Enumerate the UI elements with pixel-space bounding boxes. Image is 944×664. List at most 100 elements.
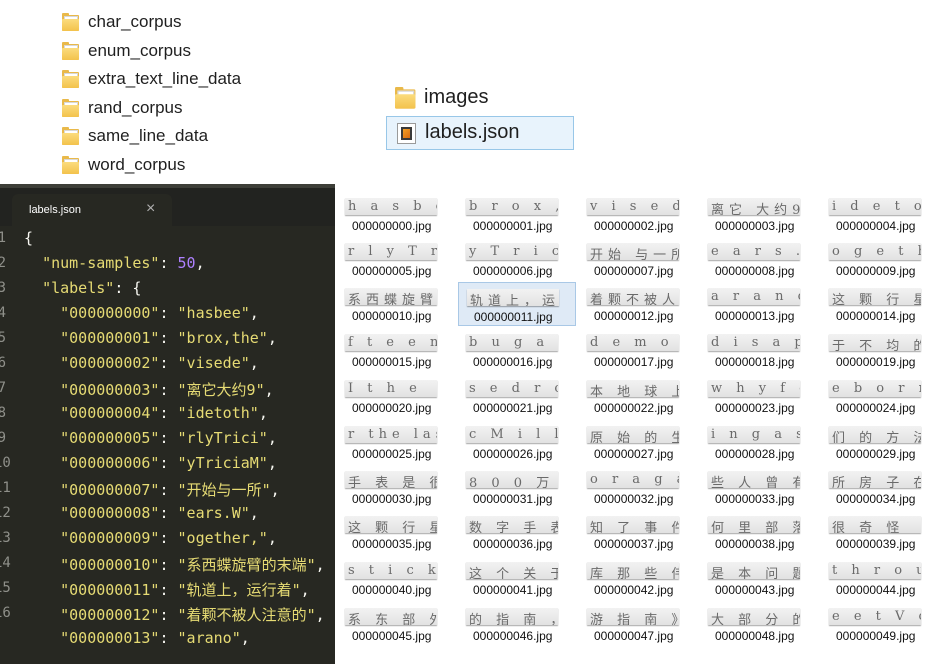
image-text: 轨道上，运行着 bbox=[470, 294, 559, 306]
image-thumbnail-item[interactable]: s e d r o 000000021.jpg bbox=[458, 374, 576, 418]
image-thumbnail-item[interactable]: 于 不 均 的 000000019.jpg bbox=[821, 328, 939, 372]
image-thumbnail-item[interactable]: o r a g a l e d 000000032.jpg bbox=[579, 465, 697, 509]
image-thumbnail-item[interactable]: b r o x , t h e 000000001.jpg bbox=[458, 192, 576, 236]
image-filename: 000000035.jpg bbox=[352, 537, 432, 551]
image-thumbnail-item[interactable]: h a s b e e 000000000.jpg bbox=[337, 192, 455, 236]
image-thumbnail-item[interactable]: 本 地 球 上 的 000000022.jpg bbox=[579, 374, 697, 418]
image-text: 8 0 0 万 美 元 bbox=[469, 476, 558, 488]
image-thumbnail-item[interactable]: f t e e n 000000015.jpg bbox=[337, 328, 455, 372]
code-text: "000000003": "离它大约9", bbox=[60, 381, 274, 399]
image-thumbnail-item[interactable]: e e t V o o 000000049.jpg bbox=[821, 602, 939, 646]
text-line-image: s t i c k y bbox=[345, 562, 437, 579]
code-text: "000000005": "rlyTrici", bbox=[60, 429, 277, 447]
image-thumbnail-item[interactable]: d e m o l i 000000017.jpg bbox=[579, 328, 697, 372]
image-text: 很 奇 怪 bbox=[832, 521, 905, 533]
image-filename: 000000039.jpg bbox=[836, 537, 916, 551]
image-filename: 000000048.jpg bbox=[715, 629, 795, 643]
folder-item[interactable]: same_line_data bbox=[52, 122, 278, 150]
image-thumbnail-item[interactable]: 库 那 些 伟 大 的 000000042.jpg bbox=[579, 556, 697, 600]
image-text: r l y T r i c i bbox=[348, 244, 437, 259]
image-thumbnail-item[interactable]: e a r s . W 000000008.jpg bbox=[700, 237, 818, 281]
text-line-image: 所 房 子 在 天 bbox=[829, 471, 921, 488]
image-thumbnail-item[interactable]: y T r i c i a M 000000006.jpg bbox=[458, 237, 576, 281]
image-thumbnail-item[interactable]: 着颗不被人注意的 000000012.jpg bbox=[579, 282, 697, 326]
image-filename: 000000011.jpg bbox=[474, 310, 553, 324]
image-thumbnail-item[interactable]: 知 了 事 件 的 000000037.jpg bbox=[579, 510, 697, 554]
image-thumbnail-item[interactable]: 这 颗 行 星 000000014.jpg bbox=[821, 282, 939, 326]
image-thumbnail-item[interactable]: d i s a p e a 000000018.jpg bbox=[700, 328, 818, 372]
image-thumbnail-item[interactable]: w h y f o r a g 000000023.jpg bbox=[700, 374, 818, 418]
line-number: 16 bbox=[0, 605, 11, 621]
image-thumbnail-item[interactable]: 离它 大约9 000000003.jpg bbox=[700, 192, 818, 236]
images-folder-item[interactable]: images bbox=[386, 81, 574, 115]
code-line: 13 "000000009": "ogether,", bbox=[0, 526, 335, 551]
image-thumbnail-item[interactable]: 很 奇 怪 000000039.jpg bbox=[821, 510, 939, 554]
image-thumbnail-item[interactable]: r the las 000000025.jpg bbox=[337, 420, 455, 464]
text-line-image: a r a n o bbox=[708, 288, 800, 305]
image-text: s t i c k y bbox=[348, 563, 437, 578]
code-line: "000000013": "arano", bbox=[0, 626, 335, 651]
text-line-image: r the las bbox=[345, 426, 437, 443]
image-thumbnail-item[interactable]: 大 部 分 的 时 000000048.jpg bbox=[700, 602, 818, 646]
editor-tab-labels-json[interactable]: labels.json × bbox=[12, 194, 172, 226]
text-line-image: 着颗不被人注意的 bbox=[587, 288, 679, 305]
text-line-image: 原 始 的 生 物 bbox=[587, 426, 679, 443]
image-thumbnail-item[interactable]: 的 指 南 ， 这 个 000000046.jpg bbox=[458, 602, 576, 646]
image-thumbnail-item[interactable]: 是 本 问 题 000000043.jpg bbox=[700, 556, 818, 600]
image-thumbnail-item[interactable]: o g e t h e r , 000000009.jpg bbox=[821, 237, 939, 281]
image-thumbnail-item[interactable]: v i s e d e 000000002.jpg bbox=[579, 192, 697, 236]
folder-item[interactable]: enum_corpus bbox=[52, 37, 278, 65]
image-filename: 000000047.jpg bbox=[594, 629, 674, 643]
image-text: w h y f o r a g bbox=[711, 381, 800, 396]
image-text: 知 了 事 件 的 bbox=[590, 521, 679, 533]
image-filename: 000000002.jpg bbox=[594, 219, 674, 233]
image-thumbnail-item[interactable]: 这 颗 行 星 000000035.jpg bbox=[337, 510, 455, 554]
image-thumbnail-item[interactable]: r l y T r i c i 000000005.jpg bbox=[337, 237, 455, 281]
image-thumbnail-item[interactable]: 这 个 关 于 那 个 000000041.jpg bbox=[458, 556, 576, 600]
image-thumbnail-item[interactable]: a r a n o 000000013.jpg bbox=[700, 282, 818, 326]
image-filename: 000000022.jpg bbox=[594, 401, 674, 415]
image-thumbnail-item[interactable]: 系西蝶旋臂的末端 000000010.jpg bbox=[337, 282, 455, 326]
text-line-image: 是 本 问 题 bbox=[708, 562, 800, 579]
image-thumbnail-item[interactable]: 些 人 曾 有 本 书 000000033.jpg bbox=[700, 465, 818, 509]
image-text: 手 表 是 很 好 bbox=[348, 476, 437, 488]
folder-item[interactable]: extra_text_line_data bbox=[52, 65, 278, 93]
folder-icon bbox=[62, 13, 79, 31]
code-line: 10 "000000006": "yTriciaM", bbox=[0, 451, 335, 476]
image-thumbnail-item[interactable]: 所 房 子 在 天 000000034.jpg bbox=[821, 465, 939, 509]
image-thumbnail-item[interactable]: I t h e 000000020.jpg bbox=[337, 374, 455, 418]
image-thumbnail-item[interactable]: 游 指 南 》 已 000000047.jpg bbox=[579, 602, 697, 646]
image-thumbnail-item[interactable]: 开始 与一所 000000007.jpg bbox=[579, 237, 697, 281]
text-line-image: 系 东 部 外 端 bbox=[345, 608, 437, 625]
text-line-image: i n g a s a n o u bbox=[708, 426, 800, 443]
image-filename: 000000045.jpg bbox=[352, 629, 432, 643]
image-thumbnail-item[interactable]: e b o r n 000000024.jpg bbox=[821, 374, 939, 418]
image-thumbnail-item[interactable]: c M i l l a n 000000026.jpg bbox=[458, 420, 576, 464]
image-filename: 000000004.jpg bbox=[836, 219, 916, 233]
image-thumbnail-item[interactable]: s t i c k y 000000040.jpg bbox=[337, 556, 455, 600]
image-thumbnail-item[interactable]: b u g a l a 000000016.jpg bbox=[458, 328, 576, 372]
image-thumbnail-item[interactable]: i d e t o t h 000000004.jpg bbox=[821, 192, 939, 236]
folder-item[interactable]: char_corpus bbox=[52, 8, 278, 36]
folder-item[interactable]: word_corpus bbox=[52, 151, 278, 179]
close-icon[interactable]: × bbox=[146, 200, 155, 218]
image-filename: 000000040.jpg bbox=[352, 583, 432, 597]
image-thumbnail-item[interactable]: 们 的 方 法 000000029.jpg bbox=[821, 420, 939, 464]
image-text: 些 人 曾 有 本 书 bbox=[711, 476, 800, 488]
image-thumbnail-item[interactable]: 原 始 的 生 物 000000027.jpg bbox=[579, 420, 697, 464]
folder-item[interactable]: rand_corpus bbox=[52, 94, 278, 122]
image-thumbnail-item[interactable]: i n g a s a n o u 000000028.jpg bbox=[700, 420, 818, 464]
image-filename: 000000034.jpg bbox=[836, 492, 916, 506]
image-thumbnail-item[interactable]: t h r o u g h s 000000044.jpg bbox=[821, 556, 939, 600]
image-thumbnail-item[interactable]: 手 表 是 很 好 000000030.jpg bbox=[337, 465, 455, 509]
image-thumbnail-item[interactable]: 数 字 手 表 000000036.jpg bbox=[458, 510, 576, 554]
image-thumbnail-item[interactable]: 8 0 0 万 美 元 000000031.jpg bbox=[458, 465, 576, 509]
labels-json-file-item[interactable]: labels.json bbox=[386, 116, 574, 150]
folder-label: enum_corpus bbox=[88, 40, 192, 60]
text-line-image: e b o r n bbox=[829, 380, 921, 397]
image-thumbnail-item[interactable]: 系 东 部 外 端 000000045.jpg bbox=[337, 602, 455, 646]
image-thumbnail-item[interactable]: 何 里 部 落 到 000000038.jpg bbox=[700, 510, 818, 554]
text-line-image: 本 地 球 上 的 bbox=[587, 380, 679, 397]
image-thumbnail-item[interactable]: 轨道上，运行着 000000011.jpg bbox=[458, 282, 576, 326]
folder-list: char_corpus enum_corpus extra_text_line_da… bbox=[52, 0, 278, 184]
